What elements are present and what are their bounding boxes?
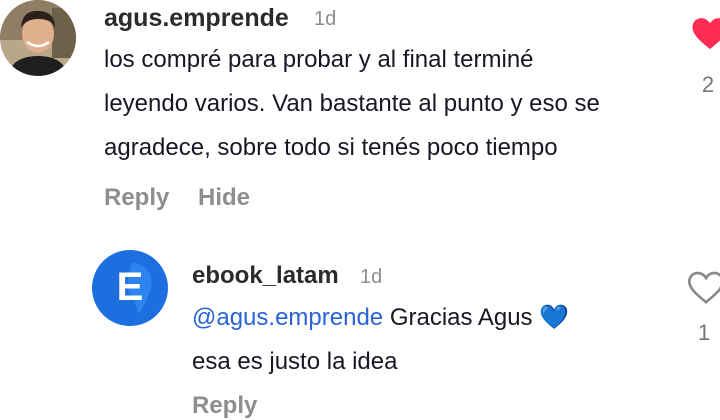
reply-like-button[interactable]: [686, 268, 720, 308]
avatar-letter: E: [117, 265, 144, 309]
reply-time: 1d: [360, 266, 383, 288]
reply-username[interactable]: ebook_latam: [192, 262, 339, 290]
ebook-logo: E: [92, 250, 168, 326]
avatar-ebook-latam[interactable]: E: [92, 250, 168, 326]
reply-like-count: 1: [697, 320, 711, 345]
comment-time: 1d: [314, 8, 337, 30]
reply-text: @agus.emprende Gracias Agus 💙 esa es jus…: [192, 296, 569, 384]
reply-text-line: esa es justo la idea: [192, 348, 398, 375]
heart-filled-icon: [692, 18, 720, 49]
comment-text-line: leyendo varios. Van bastante al punto y …: [104, 90, 600, 117]
reply-text-rest: Gracias Agus 💙: [383, 304, 570, 331]
mention-link[interactable]: @agus.emprende: [192, 304, 383, 331]
comment-like-count: 2: [701, 72, 715, 97]
comment-username[interactable]: agus.emprende: [104, 4, 289, 33]
comment-text-line: los compré para probar y al final termin…: [104, 46, 534, 73]
comment-text: los compré para probar y al final termin…: [104, 38, 600, 170]
comment-text-line: agradece, sobre todo si tenés poco tiemp…: [104, 134, 558, 161]
avatar-agus[interactable]: [0, 0, 76, 76]
comment-like-button[interactable]: [690, 14, 720, 54]
reply-button[interactable]: Reply: [104, 184, 169, 212]
hide-button[interactable]: Hide: [198, 184, 250, 212]
reply-text-line: @agus.emprende Gracias Agus 💙: [192, 296, 569, 340]
heart-outline-icon: [687, 271, 720, 304]
reply-reply-button[interactable]: Reply: [192, 392, 257, 420]
avatar-photo: [0, 0, 76, 76]
